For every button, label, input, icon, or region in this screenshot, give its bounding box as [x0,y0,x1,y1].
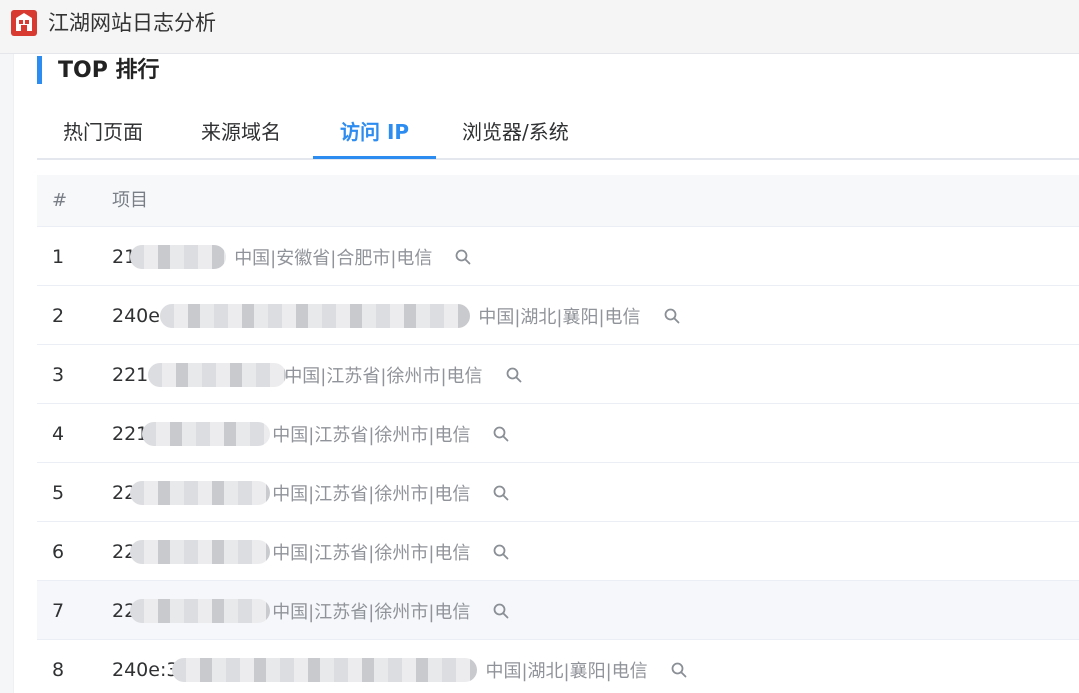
row-index: 4 [52,423,65,445]
row-item: 221. 中国|江苏省|徐州市|电信 [112,361,523,389]
top-ip-table: # 项目 1 21 中国|安徽省|合肥市|电信 2 240e: 中国|湖北|襄阳… [37,175,1079,693]
ip-location: 中国|江苏省|徐州市|电信 [272,543,471,564]
tab-referrer-domains[interactable]: 来源域名 [201,118,281,146]
section-accent-bar [37,56,42,84]
search-icon[interactable] [454,248,472,266]
ip-location: 中国|江苏省|徐州市|电信 [272,425,471,446]
search-icon[interactable] [670,661,688,679]
row-item: 22 中国|江苏省|徐州市|电信 [112,538,510,566]
table-row: 5 22 中国|江苏省|徐州市|电信 [37,463,1079,522]
search-icon[interactable] [492,484,510,502]
search-icon[interactable] [492,543,510,561]
redaction-mask [130,481,271,505]
tab-browser-system[interactable]: 浏览器/系统 [462,118,569,146]
table-row: 2 240e: 中国|湖北|襄阳|电信 [37,286,1079,345]
row-item: 22 中国|江苏省|徐州市|电信 [112,597,510,625]
tab-visitor-ip[interactable]: 访问 IP [340,118,409,146]
sidebar-strip [0,54,14,693]
app-logo-icon [11,10,37,36]
ip-location: 中国|江苏省|徐州市|电信 [272,602,471,623]
app-header: 江湖网站日志分析 [0,0,1079,54]
ip-location: 中国|湖北|襄阳|电信 [485,661,648,682]
search-icon[interactable] [492,425,510,443]
search-icon[interactable] [505,366,523,384]
redaction-mask [130,599,271,623]
app-title: 江湖网站日志分析 [48,11,216,35]
table-row: 7 22 中国|江苏省|徐州市|电信 [37,581,1079,640]
redaction-mask [142,422,271,446]
row-item: 240e:3 中国|湖北|襄阳|电信 [112,656,688,684]
column-header-index: # [52,190,68,211]
redaction-mask [160,304,471,328]
tab-bar: 热门页面 来源域名 访问 IP 浏览器/系统 [37,102,1079,160]
row-index: 2 [52,305,65,327]
row-item: 221 中国|江苏省|徐州市|电信 [112,420,510,448]
search-icon[interactable] [492,602,510,620]
row-index: 1 [52,246,65,268]
ip-location: 中国|湖北|襄阳|电信 [478,307,641,328]
search-icon[interactable] [663,307,681,325]
tab-hot-pages[interactable]: 热门页面 [63,118,143,146]
redaction-mask [148,363,287,387]
row-item: 22 中国|江苏省|徐州市|电信 [112,479,510,507]
table-row: 1 21 中国|安徽省|合肥市|电信 [37,227,1079,286]
table-row: 3 221. 中国|江苏省|徐州市|电信 [37,345,1079,404]
ip-location: 中国|安徽省|合肥市|电信 [234,248,433,269]
table-row: 6 22 中国|江苏省|徐州市|电信 [37,522,1079,581]
table-row: 8 240e:3 中国|湖北|襄阳|电信 [37,640,1079,693]
table-row: 4 221 中国|江苏省|徐州市|电信 [37,404,1079,463]
section-title: TOP 排行 [58,58,160,83]
redaction-mask [130,245,227,269]
row-index: 5 [52,482,65,504]
row-item: 240e: 中国|湖北|襄阳|电信 [112,302,681,330]
ip-location: 中国|江苏省|徐州市|电信 [284,366,483,387]
ip-address: 240e: [112,305,167,327]
ip-address: 240e:3 [112,659,179,681]
table-header: # 项目 [37,175,1079,227]
ip-location: 中国|江苏省|徐州市|电信 [272,484,471,505]
active-tab-indicator [313,156,436,159]
row-index: 6 [52,541,65,563]
row-index: 8 [52,659,65,681]
redaction-mask [172,658,478,682]
row-item: 21 中国|安徽省|合肥市|电信 [112,243,472,271]
row-index: 3 [52,364,65,386]
redaction-mask [130,540,271,564]
row-index: 7 [52,600,65,622]
column-header-item: 项目 [112,190,148,211]
